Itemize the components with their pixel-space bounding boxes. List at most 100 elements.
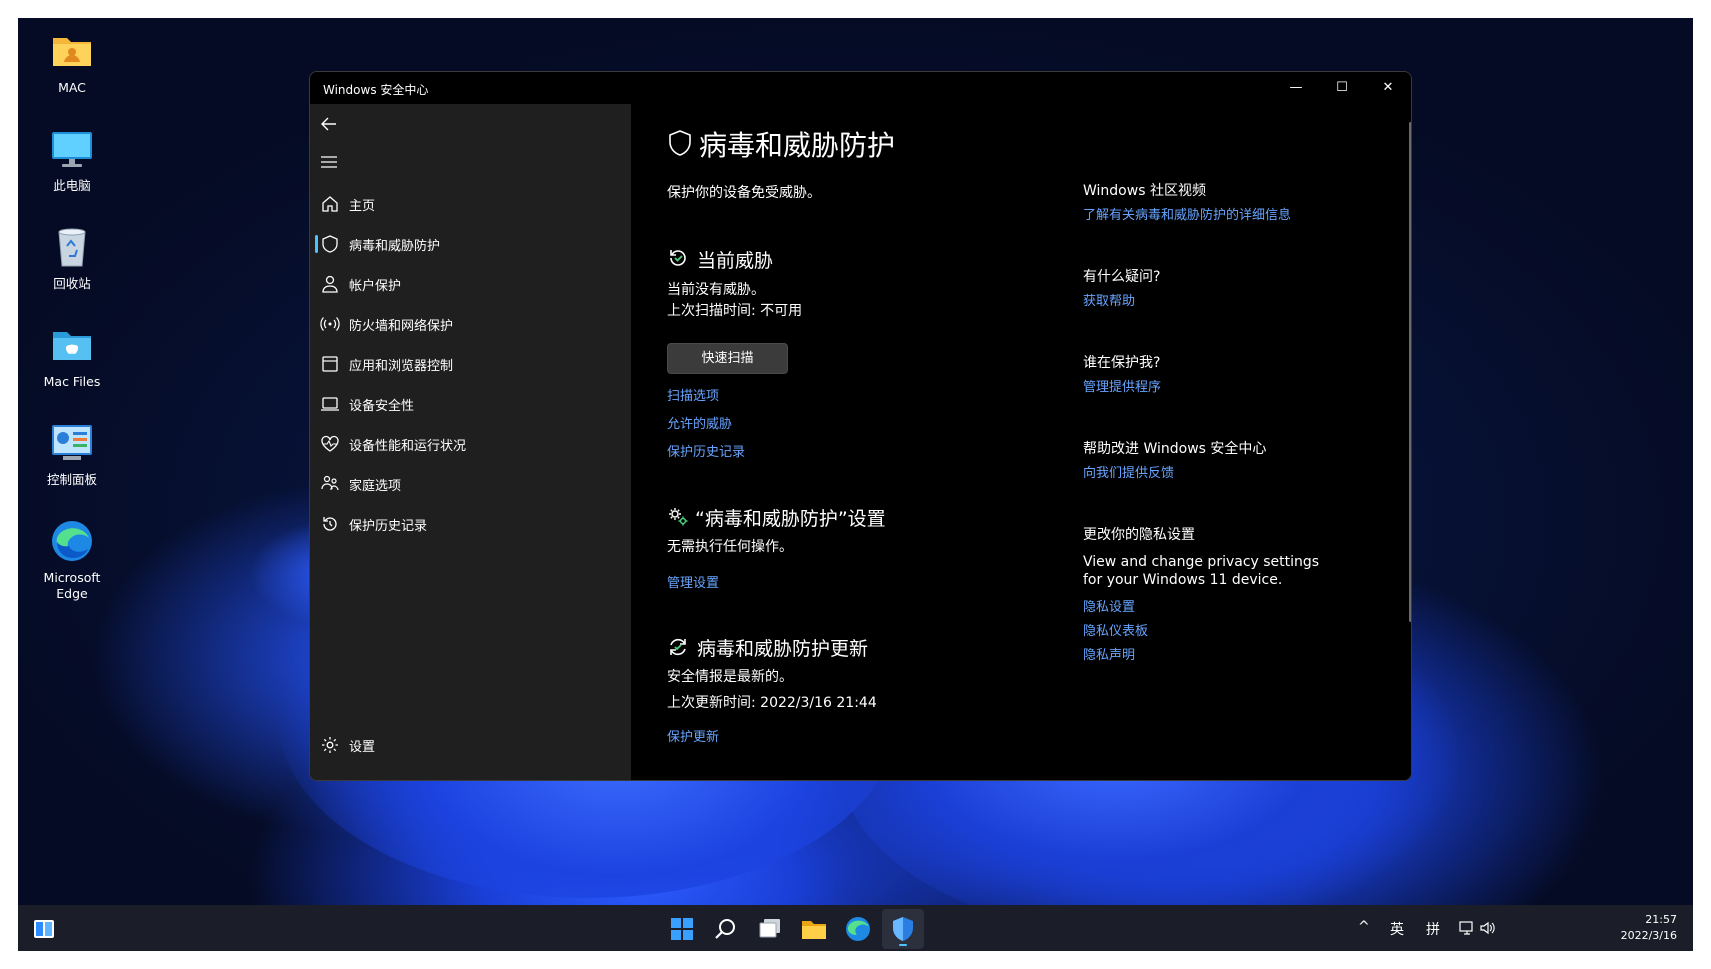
sidebar-item-label: 设置 (349, 740, 376, 755)
privacy-settings-link[interactable]: 隐私设置 (1083, 596, 1135, 615)
last-update-text: 上次更新时间: 2022/3/16 21:44 (667, 695, 877, 711)
heart-icon (321, 435, 339, 452)
desktop-icon-label: Microsoft Edge (43, 570, 101, 601)
sidebar-item-label: 病毒和威胁防护 (349, 239, 441, 254)
home-icon (322, 196, 338, 212)
tray-chevron[interactable]: ^ (1358, 919, 1370, 935)
sidebar-item-label: 设备性能和运行状况 (349, 439, 467, 454)
windows-security-window: Windows 安全中心 — ☐ ✕ 主页 病毒和威胁防护 帐户保护 防火墙和网… (309, 71, 1412, 781)
last-scan-text: 上次扫描时间: 不可用 (667, 303, 803, 319)
learn-more-link[interactable]: 了解有关病毒和威胁防护的详细信息 (1083, 204, 1291, 223)
window-title: Windows 安全中心 (323, 83, 429, 97)
sidebar-item-account-protection[interactable]: 帐户保护 (320, 266, 620, 302)
give-feedback-link[interactable]: 向我们提供反馈 (1083, 462, 1174, 481)
page-subtitle: 保护你的设备免受威胁。 (667, 185, 821, 201)
desktop-icon-label: 回收站 (53, 276, 91, 291)
no-threats-text: 当前没有威胁。 (667, 282, 765, 298)
monitor-icon (52, 132, 92, 167)
updates-heading: 病毒和威胁防护更新 (697, 638, 869, 660)
desktop-icon-control-panel[interactable]: 控制面板 (28, 420, 116, 488)
manage-settings-link[interactable]: 管理设置 (667, 572, 719, 591)
back-arrow-icon[interactable] (319, 114, 339, 134)
clock-time: 21:57 (1645, 913, 1677, 926)
sidebar-item-label: 设备安全性 (349, 399, 415, 414)
allowed-threats-link[interactable]: 允许的威胁 (667, 413, 732, 432)
sidebar-item-app-browser-control[interactable]: 应用和浏览器控制 (320, 346, 620, 382)
current-threats-heading: 当前威胁 (697, 250, 774, 272)
protection-updates-link[interactable]: 保护更新 (667, 726, 719, 745)
manage-providers-link[interactable]: 管理提供程序 (1083, 376, 1161, 395)
privacy-text-line2: for your Windows 11 device. (1083, 572, 1283, 588)
settings-gears-icon (669, 508, 688, 526)
sidebar-item-home[interactable]: 主页 (320, 186, 620, 222)
desktop-icon-mac[interactable]: MAC (28, 28, 116, 96)
page-title: 病毒和威胁防护 (699, 129, 896, 162)
sidebar: 主页 病毒和威胁防护 帐户保护 防火墙和网络保护 应用和浏览器控制 设备安全性 … (310, 104, 631, 780)
laptop-icon (321, 397, 339, 411)
gear-icon (322, 737, 338, 753)
sidebar-item-virus-protection[interactable]: 病毒和威胁防护 (315, 226, 620, 262)
sidebar-item-label: 保护历史记录 (349, 519, 428, 534)
clock[interactable]: 21:57 2022/3/16 (1621, 912, 1677, 944)
edge-icon (52, 521, 92, 561)
sidebar-item-settings[interactable]: 设置 (320, 727, 620, 763)
protection-history-link[interactable]: 保护历史记录 (667, 441, 745, 460)
shield-icon (669, 130, 691, 156)
minimize-button[interactable]: — (1273, 72, 1319, 104)
intel-up-to-date-text: 安全情报是最新的。 (667, 669, 793, 685)
taskbar: ^ 英 拼 21:57 2022/3/16 (18, 905, 1693, 951)
quick-scan-button[interactable]: 快速扫描 (667, 343, 788, 374)
community-videos-heading: Windows 社区视频 (1083, 183, 1206, 199)
get-help-link[interactable]: 获取帮助 (1083, 290, 1135, 309)
language-indicator[interactable]: 英 (1390, 919, 1404, 939)
sidebar-item-family-options[interactable]: 家庭选项 (320, 466, 620, 502)
no-action-text: 无需执行任何操作。 (667, 539, 793, 555)
desktop-icon-mac-files[interactable]: Mac Files (28, 322, 116, 390)
ime-indicator[interactable]: 拼 (1426, 919, 1440, 939)
desktop-icon-label: 此电脑 (53, 178, 91, 193)
widgets-icon[interactable] (26, 911, 62, 947)
protection-settings-heading: “病毒和威胁防护”设置 (695, 508, 886, 530)
app-window-icon (322, 356, 338, 372)
recycle-bin-icon (58, 228, 86, 267)
scrollbar[interactable] (1409, 122, 1411, 622)
sidebar-item-device-performance[interactable]: 设备性能和运行状况 (320, 426, 620, 462)
history-icon (323, 517, 337, 531)
desktop-icon-edge[interactable]: Microsoft Edge (28, 518, 116, 602)
questions-heading: 有什么疑问? (1083, 269, 1161, 285)
scan-options-link[interactable]: 扫描选项 (667, 385, 719, 404)
sidebar-item-label: 应用和浏览器控制 (349, 359, 454, 374)
windows-security-taskbar-icon[interactable] (885, 911, 921, 947)
active-indicator (315, 235, 318, 253)
person-icon (322, 275, 338, 293)
edge-icon[interactable] (840, 911, 876, 947)
clock-date: 2022/3/16 (1620, 929, 1677, 942)
control-panel-icon (52, 425, 92, 460)
privacy-statement-link[interactable]: 隐私声明 (1083, 644, 1135, 663)
sidebar-item-label: 家庭选项 (349, 479, 402, 494)
privacy-dashboard-link[interactable]: 隐私仪表板 (1083, 620, 1148, 639)
start-icon[interactable] (664, 911, 700, 947)
scan-history-icon (670, 250, 686, 266)
desktop-icon-label: 控制面板 (46, 472, 97, 487)
desktop: MAC 此电脑 回收站 Mac Files 控制面板 Microsoft Edg… (18, 18, 1693, 951)
shield-icon (322, 235, 338, 253)
title-bar[interactable]: Windows 安全中心 — ☐ ✕ (310, 72, 1411, 104)
hamburger-icon[interactable] (319, 152, 339, 172)
file-explorer-icon[interactable] (796, 911, 832, 947)
search-icon[interactable] (708, 911, 744, 947)
network-icon[interactable] (1458, 919, 1476, 937)
close-button[interactable]: ✕ (1365, 72, 1411, 104)
desktop-icon-this-pc[interactable]: 此电脑 (28, 126, 116, 194)
maximize-button[interactable]: ☐ (1319, 72, 1365, 104)
sidebar-item-label: 帐户保护 (349, 279, 402, 294)
sidebar-item-label: 防火墙和网络保护 (349, 319, 454, 334)
folder-icon (53, 332, 91, 360)
sidebar-item-protection-history[interactable]: 保护历史记录 (320, 506, 620, 542)
who-protects-heading: 谁在保护我? (1083, 355, 1161, 371)
sidebar-item-device-security[interactable]: 设备安全性 (320, 386, 620, 422)
task-view-icon[interactable] (752, 911, 788, 947)
sidebar-item-firewall[interactable]: 防火墙和网络保护 (320, 306, 620, 342)
volume-icon[interactable] (1478, 919, 1496, 937)
desktop-icon-recycle-bin[interactable]: 回收站 (28, 224, 116, 292)
